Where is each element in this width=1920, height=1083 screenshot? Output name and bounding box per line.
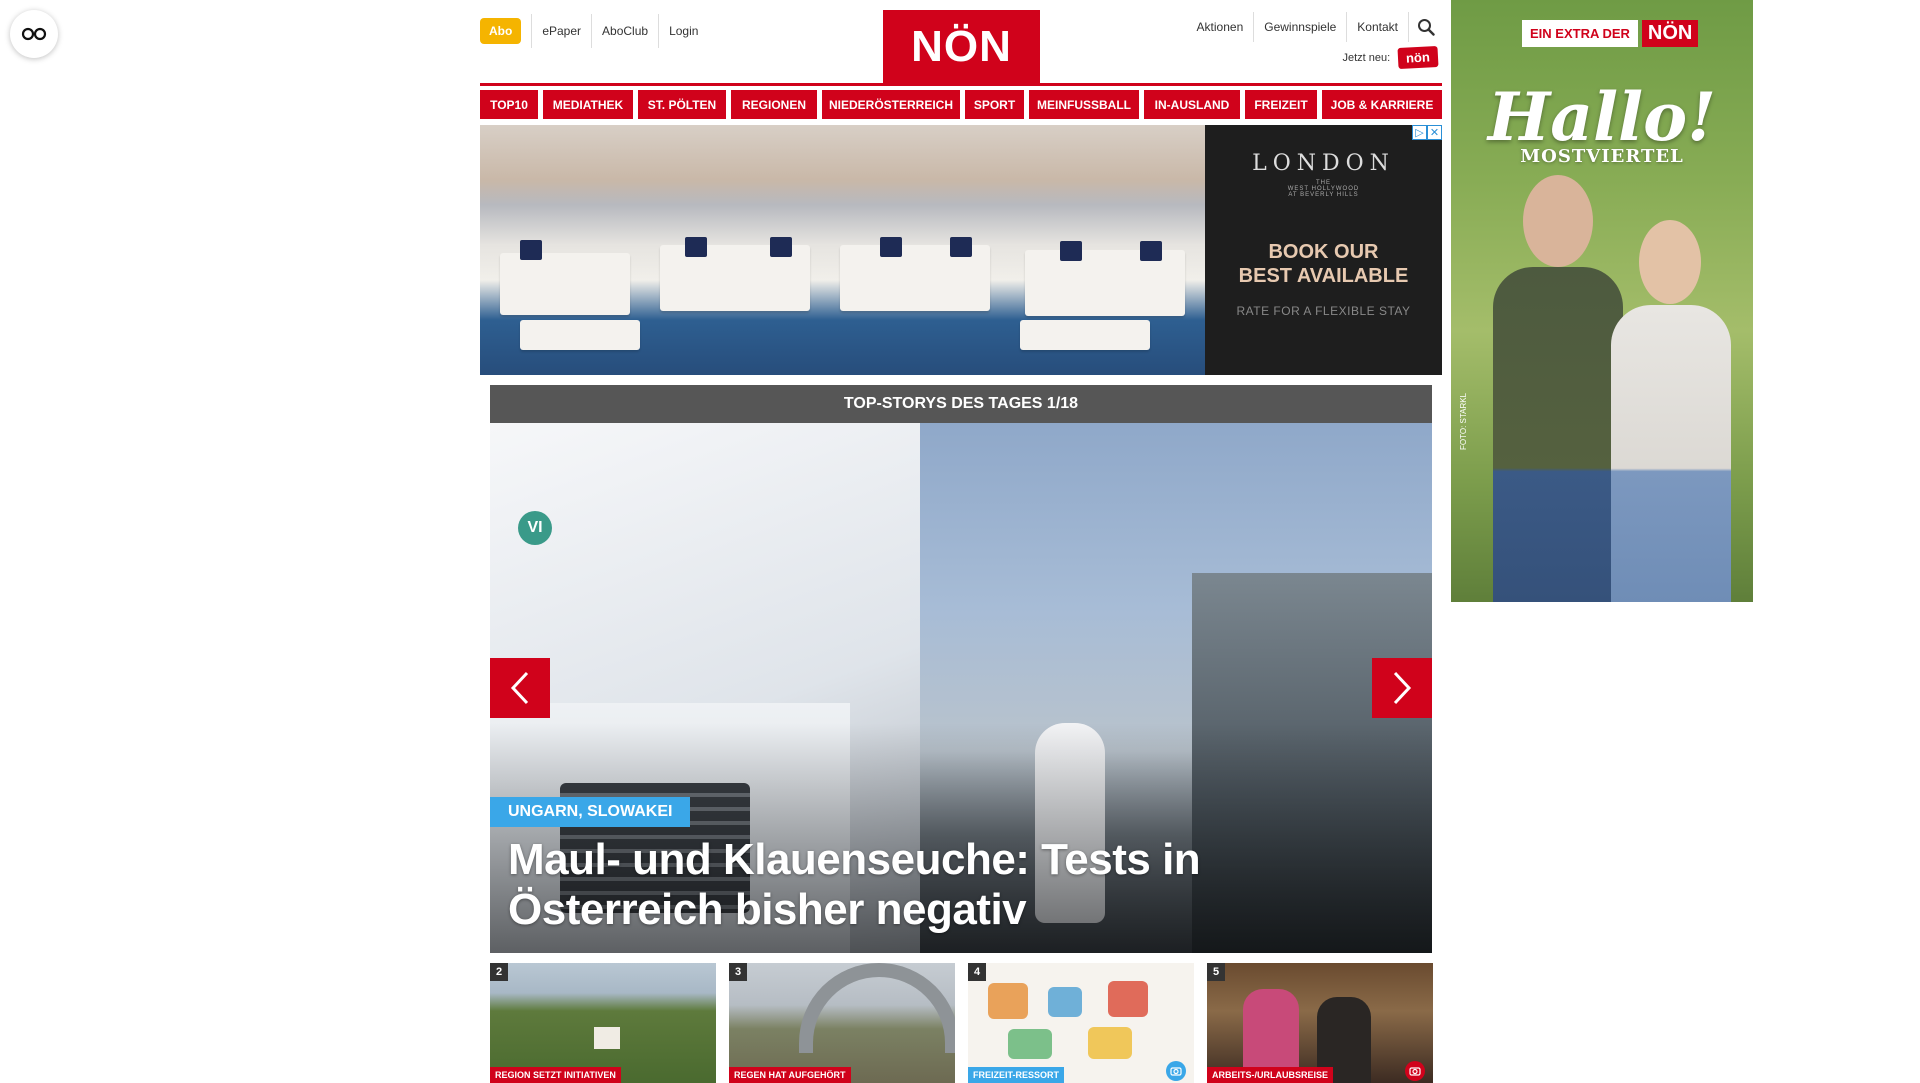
site-logo[interactable]: NÖN [883, 10, 1040, 83]
main-nav: TOP10 MEDIATHEK ST. PÖLTEN REGIONEN NIED… [480, 90, 1442, 119]
top-stories-slider: TOP-STORYS DES TAGES 1/18 VI UNGARN, SLO… [490, 385, 1432, 953]
nav-item-top10[interactable]: TOP10 [480, 90, 538, 119]
glasses-icon [21, 27, 47, 41]
search-icon [1417, 19, 1435, 36]
nav-item-in-ausland[interactable]: IN-AUSLAND [1144, 90, 1240, 119]
thumbnail-number: 5 [1207, 963, 1225, 981]
top-stories-heading: TOP-STORYS DES TAGES 1/18 [490, 385, 1432, 423]
side-ad-photo-credit: FOTO: STARKL [1459, 392, 1468, 450]
chevron-right-icon [1393, 671, 1412, 705]
jetzt-neu-label: Jetzt neu: [1342, 51, 1391, 64]
nav-item-meinfussball[interactable]: MEINFUSSBALL [1029, 90, 1139, 119]
nav-item-mediathek[interactable]: MEDIATHEK [543, 90, 633, 119]
abo-button[interactable]: Abo [480, 18, 522, 44]
nav-item-niederoesterreich[interactable]: NIEDERÖSTERREICH [822, 90, 960, 119]
story-thumbnail[interactable]: 4 FREIZEIT-RESSORT [968, 963, 1194, 1083]
ad-subline: RATE FOR A FLEXIBLE STAY [1236, 304, 1411, 318]
sidebar-ad-hallo-mostviertel[interactable]: EIN EXTRA DER NÖN Hallo! MOSTVIERTEL FOT… [1451, 0, 1753, 602]
thumbnail-tag: FREIZEIT-RESSORT [968, 1067, 1065, 1083]
side-ad-region: MOSTVIERTEL [1520, 146, 1684, 167]
story-thumbnail[interactable]: 5 ARBEITS-/URLAUBSREISE [1207, 963, 1433, 1083]
story-thumbnail[interactable]: 3 REGEN HAT AUFGEHÖRT [729, 963, 955, 1083]
gewinnspiele-link[interactable]: Gewinnspiele [1253, 12, 1346, 42]
reader-mode-button[interactable] [10, 10, 58, 58]
ad-brand-sub: THE WEST HOLLYWOOD AT BEVERLY HILLS [1287, 180, 1360, 198]
camera-icon [1405, 1061, 1425, 1081]
ad-choices[interactable]: ▷ ✕ [1412, 125, 1442, 140]
jetzt-neu-badge[interactable]: nön [1397, 45, 1439, 70]
side-ad-title: Hallo! [1487, 78, 1717, 156]
header-meta-right: Aktionen Gewinnspiele Kontakt [1187, 12, 1442, 42]
header-divider [480, 83, 1442, 86]
jetzt-neu: Jetzt neu: nön [1342, 45, 1439, 70]
ad-close-icon[interactable]: ✕ [1427, 125, 1442, 140]
nav-item-job-karriere[interactable]: JOB & KARRIERE [1322, 90, 1442, 119]
kontakt-link[interactable]: Kontakt [1346, 12, 1408, 42]
side-ad-header: EIN EXTRA DER NÖN [1522, 20, 1699, 47]
ad-brand: LONDON [1252, 151, 1395, 176]
nav-item-sport[interactable]: SPORT [965, 90, 1024, 119]
top-story-slide[interactable]: VI UNGARN, SLOWAKEI Maul- und Klauenseuc… [490, 423, 1432, 953]
thumbnail-number: 3 [729, 963, 747, 981]
thumbnail-tag: REGION SETZT INITIATIVEN [490, 1067, 621, 1083]
thumbnail-number: 2 [490, 963, 508, 981]
ad-headline: BOOK OUR BEST AVAILABLE [1238, 241, 1409, 287]
side-ad-logo: NÖN [1641, 20, 1699, 47]
ad-choices-icon[interactable]: ▷ [1412, 125, 1427, 140]
thumbnail-number: 4 [968, 963, 986, 981]
slider-next-button[interactable] [1372, 658, 1432, 718]
aboclub-link[interactable]: AboClub [591, 14, 658, 48]
hotel-ad-banner[interactable]: LONDON THE WEST HOLLYWOOD AT BEVERLY HIL… [480, 125, 1442, 375]
camera-icon [1166, 1061, 1186, 1081]
ad-text-panel: LONDON THE WEST HOLLYWOOD AT BEVERLY HIL… [1205, 125, 1442, 375]
nav-item-freizeit[interactable]: FREIZEIT [1245, 90, 1317, 119]
ad-photo-man [1493, 175, 1623, 602]
story-thumbnails: 2 REGION SETZT INITIATIVEN 3 REGEN HAT A… [490, 963, 1442, 1083]
side-ad-extra-label: EIN EXTRA DER [1522, 20, 1638, 47]
nav-item-regionen[interactable]: REGIONEN [731, 90, 817, 119]
thumbnail-tag: ARBEITS-/URLAUBSREISE [1207, 1067, 1334, 1083]
aktionen-link[interactable]: Aktionen [1187, 12, 1254, 42]
nav-item-st-poelten[interactable]: ST. PÖLTEN [638, 90, 726, 119]
site-header: Abo ePaper AboClub Login NÖN Aktionen Ge… [480, 0, 1442, 86]
search-button[interactable] [1408, 12, 1442, 42]
epaper-link[interactable]: ePaper [531, 14, 591, 48]
thumbnail-tag: REGEN HAT AUFGEHÖRT [729, 1067, 851, 1083]
page-content: Abo ePaper AboClub Login NÖN Aktionen Ge… [480, 0, 1442, 1083]
story-thumbnail[interactable]: 2 REGION SETZT INITIATIVEN [490, 963, 716, 1083]
slider-prev-button[interactable] [490, 658, 550, 718]
slide-headline[interactable]: Maul- und Klauenseuche: Tests in Österre… [508, 835, 1368, 935]
header-meta-left: Abo ePaper AboClub Login [480, 14, 708, 48]
ad-photo-woman [1611, 220, 1731, 602]
truck-logo-badge: VI [518, 511, 552, 545]
slide-category-tag[interactable]: UNGARN, SLOWAKEI [490, 797, 691, 827]
login-link[interactable]: Login [658, 14, 708, 48]
ad-photo-rooftop-terrace [480, 125, 1205, 375]
chevron-left-icon [510, 671, 529, 705]
